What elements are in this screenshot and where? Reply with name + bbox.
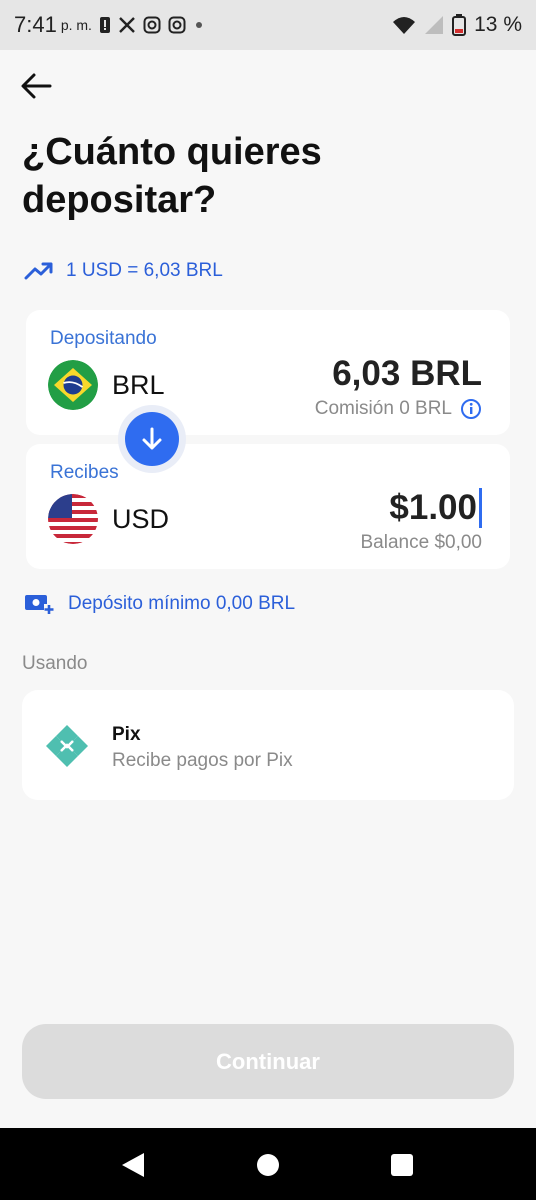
receive-label: Recibes [50,462,119,483]
text-cursor [479,488,482,528]
circle-home-icon [257,1154,279,1176]
cash-plus-icon [25,595,54,614]
wifi-icon [392,15,416,35]
receive-card[interactable]: Recibes USD $1.00 Balance $0,00 [26,444,510,569]
battery-icon [452,14,467,36]
swap-button[interactable] [118,405,186,473]
minimum-deposit-text: Depósito mínimo 0,00 BRL [68,593,296,614]
method-description: Recibe pagos por Pix [112,750,293,771]
receive-currency[interactable]: USD [112,504,169,535]
swap-down-arrow-icon [142,427,162,450]
nav-home-button[interactable] [253,1150,283,1180]
trend-up-icon [24,262,53,280]
brazil-flag-icon [48,360,98,410]
nav-recents-button[interactable] [387,1150,417,1180]
continue-button[interactable]: Continuar [22,1024,514,1099]
info-icon[interactable] [460,398,482,420]
balance-text: Balance $0,00 [360,532,483,553]
minimum-deposit: Depósito mínimo 0,00 BRL [24,592,295,616]
x-app-icon [118,16,136,34]
pix-icon [44,723,90,774]
nav-back-button[interactable] [118,1150,148,1180]
receive-amount: $1.00 [389,488,477,527]
usa-flag-icon [48,494,98,544]
receive-amount-input[interactable]: $1.00 [389,488,482,528]
battery-percent: 13 % [474,13,522,36]
triangle-back-icon [122,1153,144,1177]
notification-icon [99,16,111,34]
status-ampm: p. m. [60,17,92,33]
square-recents-icon [391,1154,413,1176]
back-button[interactable] [18,68,54,104]
exchange-rate-text: 1 USD = 6,03 BRL [66,260,223,281]
using-label: Usando [22,653,88,674]
deposit-card[interactable]: Depositando BRL 6,03 BRL Comisión 0 BRL [26,310,510,435]
status-bar: 7:41 p. m. 13 % [0,0,536,50]
fee-row: Comisión 0 BRL [315,398,482,420]
instagram-icon [143,16,161,34]
navigation-bar [0,1128,536,1200]
page-title: ¿Cuánto quieres depositar? [22,131,322,221]
dot-icon [193,19,205,31]
instagram-icon-2 [168,16,186,34]
payment-method-pix[interactable]: Pix Recibe pagos por Pix [22,690,514,800]
fee-text: Comisión 0 BRL [314,398,452,419]
deposit-currency[interactable]: BRL [112,370,165,401]
status-time: 7:41 [14,12,57,37]
back-arrow-icon [21,73,52,99]
deposit-label: Depositando [50,328,157,349]
deposit-amount: 6,03 BRL [332,354,482,393]
method-name: Pix [112,724,141,745]
signal-icon [424,15,444,35]
exchange-rate: 1 USD = 6,03 BRL [24,260,223,282]
